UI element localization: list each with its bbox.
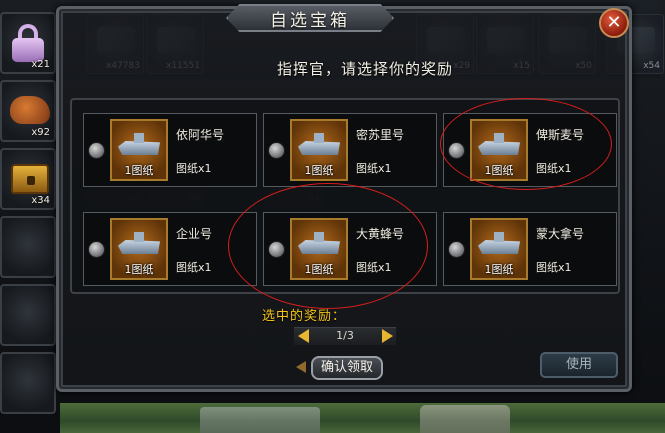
next-page-arrow-icon[interactable] [382, 329, 393, 343]
use-button[interactable]: 使用 [540, 352, 618, 378]
reward-option[interactable]: 1图纸 密苏里号 图纸x1 [263, 113, 437, 187]
side-cell-qty: x92 [31, 127, 50, 138]
side-inventory-cell[interactable]: x21 [0, 12, 56, 74]
item-slot: 1图纸 [290, 119, 348, 181]
meat-icon [10, 96, 50, 124]
radio-button[interactable] [448, 142, 465, 159]
ship-name: 密苏里号 [356, 128, 405, 142]
item-count: 1图纸 [124, 263, 154, 276]
radio-button[interactable] [448, 241, 465, 258]
bg-cell-qty: x54 [643, 61, 660, 71]
item-slot: 1图纸 [110, 119, 168, 181]
item-count: 1图纸 [304, 164, 334, 177]
ship-desc: 图纸x1 [536, 261, 572, 274]
selected-reward-label: 选中的奖励： [262, 309, 347, 324]
confirm-arrow-icon [296, 361, 306, 373]
ship-icon [298, 232, 340, 260]
item-count: 1图纸 [484, 164, 514, 177]
reward-option[interactable]: 1图纸 大黄蜂号 图纸x1 [263, 212, 437, 286]
reward-option[interactable]: 1图纸 俾斯麦号 图纸x1 [443, 113, 617, 187]
ship-icon [478, 133, 520, 161]
ship-desc: 图纸x1 [536, 162, 572, 175]
radio-button[interactable] [88, 142, 105, 159]
game-world-ground [60, 403, 665, 433]
dialog-title: 自选宝箱 [270, 11, 350, 31]
reward-option[interactable]: 1图纸 依阿华号 图纸x1 [83, 113, 257, 187]
item-count: 1图纸 [124, 164, 154, 177]
side-inventory-cell[interactable] [0, 352, 56, 414]
side-cell-qty: x21 [31, 59, 50, 70]
ship-name: 依阿华号 [176, 128, 225, 142]
ship-name: 大黄蜂号 [356, 227, 405, 241]
prev-page-arrow-icon[interactable] [298, 329, 309, 343]
ship-name: 企业号 [176, 227, 213, 241]
ship-desc: 图纸x1 [176, 261, 212, 274]
item-count: 1图纸 [304, 263, 334, 276]
chest-icon [11, 164, 49, 194]
ship-icon [298, 133, 340, 161]
dialog-subtitle: 指挥官，请选择你的奖励 [276, 60, 453, 78]
close-button[interactable]: ✕ [599, 8, 629, 38]
reward-option[interactable]: 1图纸 企业号 图纸x1 [83, 212, 257, 286]
item-slot: 1图纸 [110, 218, 168, 280]
ship-icon [478, 232, 520, 260]
radio-button[interactable] [88, 241, 105, 258]
item-count: 1图纸 [484, 263, 514, 276]
ship-icon [118, 232, 160, 260]
side-cell-qty: x34 [31, 195, 50, 206]
side-inventory-cell[interactable]: x92 [0, 80, 56, 142]
item-slot: 1图纸 [470, 218, 528, 280]
item-slot: 1图纸 [470, 119, 528, 181]
ship-desc: 图纸x1 [176, 162, 212, 175]
reward-option[interactable]: 1图纸 蒙大拿号 图纸x1 [443, 212, 617, 286]
options-panel: 1图纸 依阿华号 图纸x1 1图纸 密苏里号 图纸x1 1图纸 俾斯麦号 图纸x… [70, 98, 620, 294]
side-inventory-cell[interactable]: x34 [0, 148, 56, 210]
ship-desc: 图纸x1 [356, 261, 392, 274]
side-inventory-cell[interactable] [0, 216, 56, 278]
confirm-claim-button[interactable]: 确认领取 [311, 356, 383, 380]
page-indicator: 1/3 [336, 329, 354, 342]
ship-icon [118, 133, 160, 161]
ship-name: 蒙大拿号 [536, 227, 585, 241]
item-slot: 1图纸 [290, 218, 348, 280]
radio-button[interactable] [268, 241, 285, 258]
ship-desc: 图纸x1 [356, 162, 392, 175]
ship-name: 俾斯麦号 [536, 128, 585, 142]
side-inventory-cell[interactable] [0, 284, 56, 346]
radio-button[interactable] [268, 142, 285, 159]
